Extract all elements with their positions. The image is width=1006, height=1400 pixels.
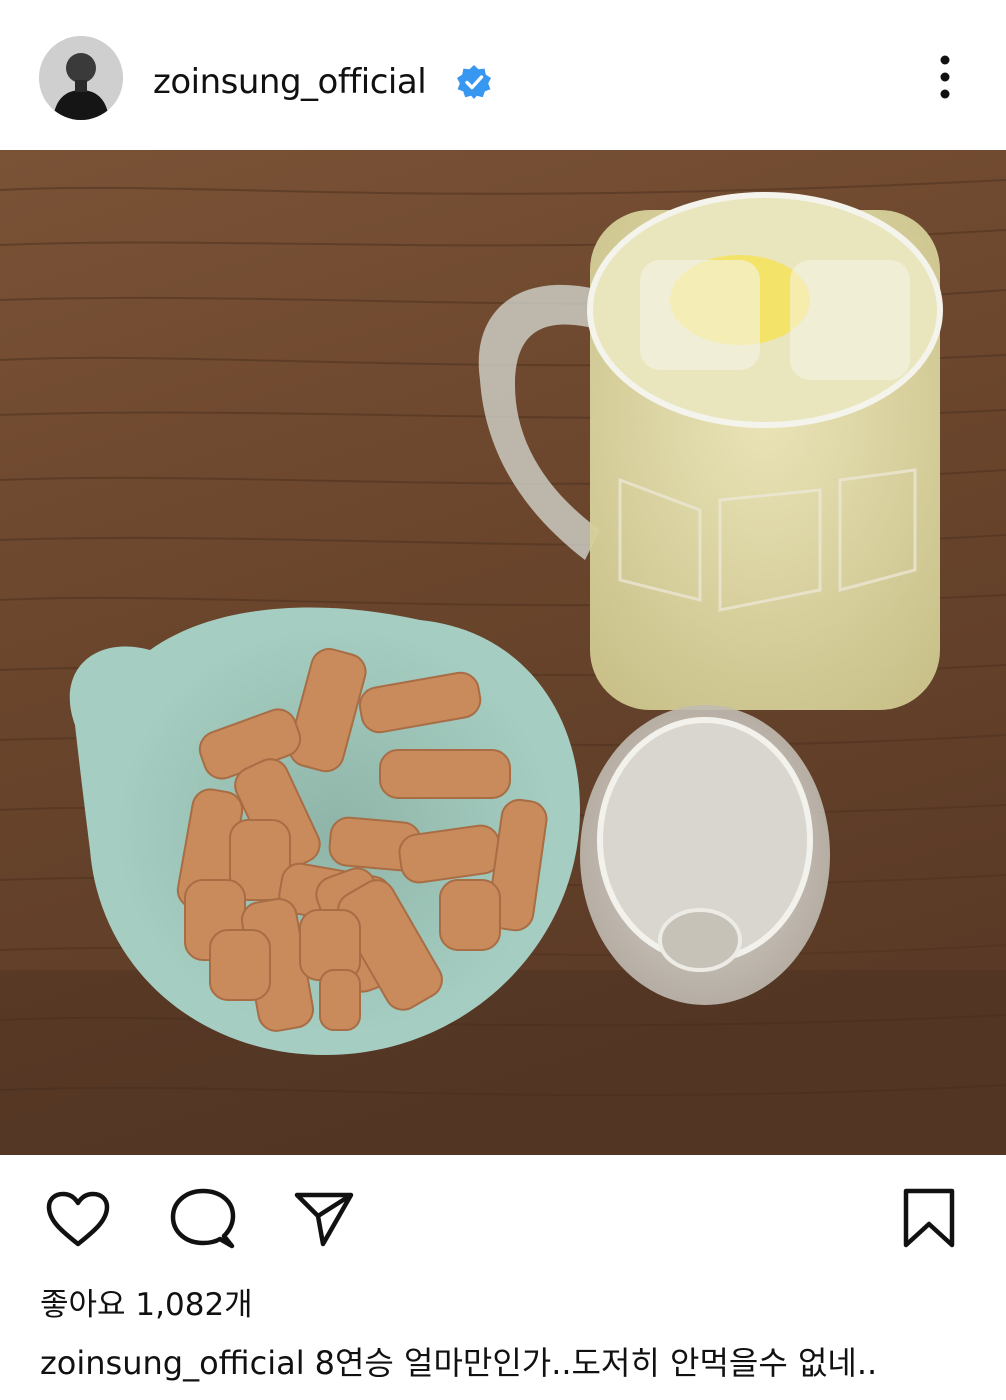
likes-number: 1,082개 [135,1287,253,1323]
avatar[interactable] [39,36,123,120]
post-photo[interactable] [0,150,1006,1155]
send-icon[interactable] [293,1190,355,1248]
more-options-icon[interactable] [928,52,962,102]
comment-icon[interactable] [170,1188,236,1250]
caption-username[interactable]: zoinsung_official [40,1344,305,1382]
post-caption: zoinsung_official 8연승 얼마만인가..도저히 안먹을수 없네.… [40,1342,980,1384]
post-username[interactable]: zoinsung_official [153,60,427,104]
caption-text: 8연승 얼마만인가..도저히 안먹을수 없네.. [314,1344,878,1382]
heart-icon[interactable] [45,1190,111,1248]
verified-badge-icon [457,65,491,99]
photo-image [0,150,1006,1155]
avatar-image [39,36,123,120]
instagram-post: zoinsung_official 좋아요 1,082개 zoinsung_of… [0,0,1006,1400]
likes-count[interactable]: 좋아요 1,082개 [40,1284,253,1326]
bookmark-icon[interactable] [902,1188,956,1248]
likes-label: 좋아요 [40,1287,126,1323]
post-header: zoinsung_official [0,0,1006,150]
